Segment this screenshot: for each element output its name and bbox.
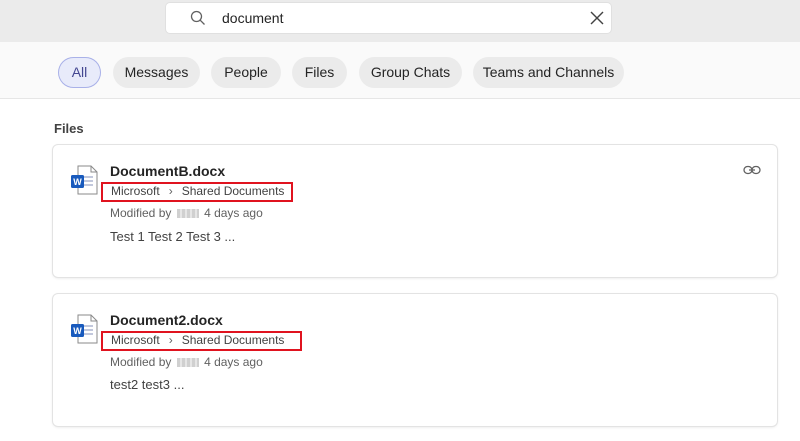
close-icon[interactable]	[590, 11, 604, 25]
modified-info: Modified by 4 days ago	[110, 206, 263, 220]
filter-teams-and-channels[interactable]: Teams and Channels	[473, 57, 624, 88]
filter-files[interactable]: Files	[292, 57, 347, 88]
redacted-author	[176, 358, 199, 367]
redacted-author	[176, 209, 199, 218]
file-name[interactable]: DocumentB.docx	[110, 163, 225, 179]
file-result-card[interactable]: W Document2.docx Microsoft › Shared Docume…	[53, 294, 777, 426]
file-snippet: Test 1 Test 2 Test 3 ...	[110, 229, 236, 244]
filter-people[interactable]: People	[211, 57, 281, 88]
file-path-breadcrumb[interactable]: Microsoft › Shared Documents	[101, 331, 302, 351]
word-document-icon: W	[71, 314, 98, 344]
top-search-bar: document	[0, 0, 800, 42]
modified-time: 4 days ago	[204, 206, 263, 220]
search-box[interactable]: document	[166, 3, 611, 33]
filter-bar: All Messages People Files Group Chats Te…	[0, 42, 800, 99]
path-segment[interactable]: Shared Documents	[182, 184, 285, 198]
word-document-icon: W	[71, 165, 98, 195]
search-icon	[190, 10, 205, 25]
modified-info: Modified by 4 days ago	[110, 355, 263, 369]
svg-text:W: W	[73, 177, 82, 187]
path-segment[interactable]: Microsoft	[111, 333, 160, 347]
file-name[interactable]: Document2.docx	[110, 312, 223, 328]
file-result-card[interactable]: W DocumentB.docx Microsoft › Shared Docume…	[53, 145, 777, 277]
filter-group-chats[interactable]: Group Chats	[359, 57, 462, 88]
file-snippet: test2 test3 ...	[110, 377, 185, 392]
filter-messages[interactable]: Messages	[113, 57, 200, 88]
link-icon[interactable]	[743, 163, 761, 177]
modified-label: Modified by	[110, 355, 172, 369]
search-input[interactable]: document	[222, 10, 283, 26]
chevron-right-icon: ›	[168, 184, 173, 198]
files-section-title: Files	[54, 121, 84, 136]
modified-label: Modified by	[110, 206, 172, 220]
modified-time: 4 days ago	[204, 355, 263, 369]
svg-text:W: W	[73, 326, 82, 336]
path-segment[interactable]: Microsoft	[111, 184, 160, 198]
filter-all[interactable]: All	[58, 57, 101, 88]
path-segment[interactable]: Shared Documents	[182, 333, 285, 347]
chevron-right-icon: ›	[168, 333, 173, 347]
file-path-breadcrumb[interactable]: Microsoft › Shared Documents	[101, 182, 293, 202]
